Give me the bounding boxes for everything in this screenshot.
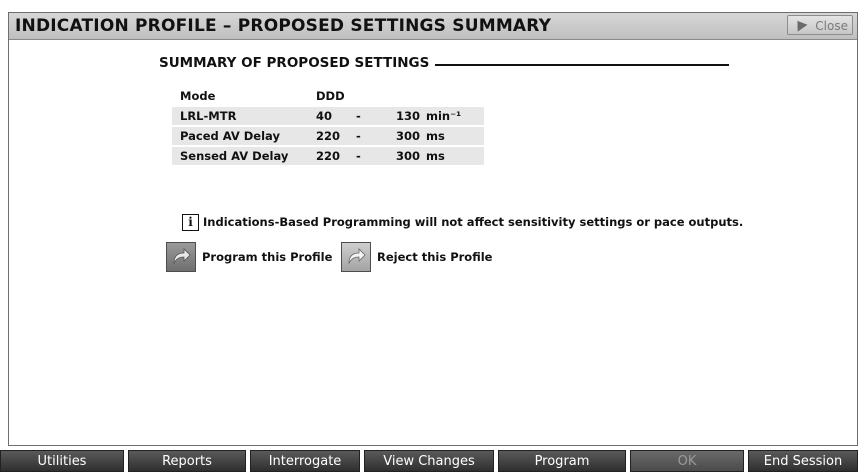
close-button[interactable]: Close xyxy=(787,15,853,35)
window-title: INDICATION PROFILE – PROPOSED SETTINGS S… xyxy=(15,16,552,36)
param-unit: ms xyxy=(426,127,484,145)
pointer-arrow-icon xyxy=(792,17,808,32)
param-high-value: 300 xyxy=(396,127,426,145)
param-range-dash: - xyxy=(356,107,396,125)
param-name: LRL-MTR xyxy=(172,107,316,125)
settings-table: Mode DDD LRL-MTR 40 - 130 min⁻¹ Paced AV… xyxy=(172,85,484,167)
param-low-value: 220 xyxy=(316,127,356,145)
end-session-button[interactable]: End Session xyxy=(748,450,858,472)
reports-button[interactable]: Reports xyxy=(128,450,246,472)
bottom-toolbar: Utilities Reports Interrogate View Chang… xyxy=(0,450,858,472)
interrogate-button[interactable]: Interrogate xyxy=(250,450,360,472)
view-changes-button[interactable]: View Changes xyxy=(364,450,494,472)
info-text: Indications-Based Programming will not a… xyxy=(203,215,744,229)
param-high-value: 130 xyxy=(396,107,426,125)
utilities-button[interactable]: Utilities xyxy=(0,450,124,472)
ok-button[interactable]: OK xyxy=(630,450,744,472)
param-high-value xyxy=(396,87,426,105)
param-unit: ms xyxy=(426,147,484,165)
reject-profile-button[interactable] xyxy=(341,242,371,272)
program-profile-button[interactable] xyxy=(166,242,196,272)
table-row: Sensed AV Delay 220 - 300 ms xyxy=(172,147,484,165)
table-row: LRL-MTR 40 - 130 min⁻¹ xyxy=(172,107,484,125)
info-icon: i xyxy=(182,214,199,231)
close-label: Close xyxy=(815,19,848,33)
indication-profile-window: INDICATION PROFILE – PROPOSED SETTINGS S… xyxy=(8,12,858,446)
param-low-value: 40 xyxy=(316,107,356,125)
curved-arrow-icon xyxy=(348,248,366,265)
title-bar: INDICATION PROFILE – PROPOSED SETTINGS S… xyxy=(9,13,857,40)
program-profile-label: Program this Profile xyxy=(202,250,333,264)
table-row: Mode DDD xyxy=(172,87,484,105)
param-low-value: 220 xyxy=(316,147,356,165)
param-range-dash xyxy=(356,87,396,105)
summary-heading: SUMMARY OF PROPOSED SETTINGS xyxy=(159,55,436,71)
param-unit: min⁻¹ xyxy=(426,107,484,125)
reject-profile-label: Reject this Profile xyxy=(377,250,493,264)
param-name: Sensed AV Delay xyxy=(172,147,316,165)
param-range-dash: - xyxy=(356,147,396,165)
param-range-dash: - xyxy=(356,127,396,145)
table-row: Paced AV Delay 220 - 300 ms xyxy=(172,127,484,145)
param-name: Paced AV Delay xyxy=(172,127,316,145)
param-high-value: 300 xyxy=(396,147,426,165)
param-name: Mode xyxy=(180,89,216,103)
program-button[interactable]: Program xyxy=(498,450,626,472)
param-unit xyxy=(426,87,484,105)
curved-arrow-icon xyxy=(173,248,191,265)
summary-section-header: SUMMARY OF PROPOSED SETTINGS xyxy=(159,55,729,75)
param-low-value: DDD xyxy=(316,89,345,103)
